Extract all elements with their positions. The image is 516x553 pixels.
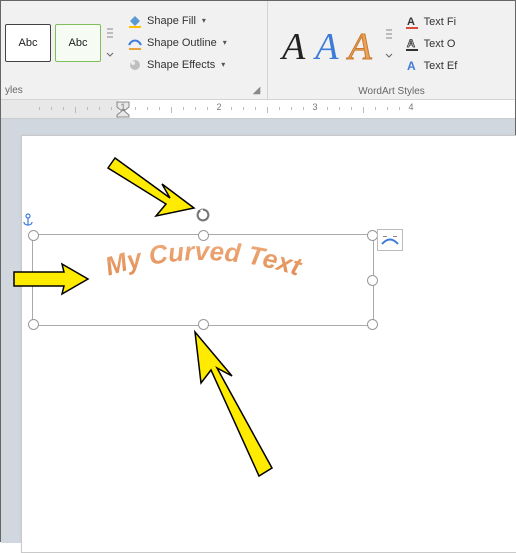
gallery-expand-icon[interactable] [105,25,115,61]
text-outline-button[interactable]: A Text O [400,34,462,54]
group-label: WordArt Styles [272,86,511,97]
selection-handle[interactable] [367,319,378,330]
fill-icon [127,13,143,29]
shape-fill-button[interactable]: Shape Fill ▾ [123,11,231,31]
text-effects-button[interactable]: A Text Ef [400,56,462,76]
horizontal-ruler[interactable]: 1 2 3 4 [1,100,515,119]
svg-text:My Curved Text: My Curved Text [101,236,306,282]
effects-icon [127,57,143,73]
selection-handle[interactable] [367,275,378,286]
ribbon: Abc Abc Shape Fill ▾ Shape Outline ▾ Sha… [1,1,515,100]
wordart-preset[interactable]: A [282,28,305,66]
wordart-gallery[interactable]: A A A [272,22,382,66]
text-effects-icon: A [404,58,420,74]
wordart-preset[interactable]: A [348,28,371,66]
shape-styles-group: Abc Abc Shape Fill ▾ Shape Outline ▾ Sha… [1,1,268,99]
shape-style-preset[interactable]: Abc [5,24,51,62]
preset-label: Abc [69,37,88,49]
dialog-launcher-icon[interactable]: ◢ [250,84,263,97]
arrow-annotation [177,328,297,478]
wordart-preset[interactable]: A [315,28,338,66]
arrow-annotation [12,262,92,296]
shape-effects-button[interactable]: Shape Effects ▾ [123,55,231,75]
selection-handle[interactable] [28,319,39,330]
arrow-annotation [90,150,210,240]
group-label: yles [5,85,23,96]
chevron-down-icon: ▾ [221,60,225,69]
svg-text:A: A [407,38,415,50]
chevron-down-icon: ▾ [202,16,206,25]
text-fill-icon: A [404,14,420,30]
document-page[interactable]: My Curved Text [21,135,516,553]
ruler-mark: 1 [120,102,125,112]
anchor-icon [21,213,35,227]
shape-outline-button[interactable]: Shape Outline ▾ [123,33,231,53]
ruler-mark: 2 [216,102,221,112]
page-area: My Curved Text [1,119,515,543]
svg-text:A: A [407,16,415,28]
text-outline-icon: A [404,36,420,52]
selection-handle[interactable] [28,230,39,241]
gallery-expand-icon[interactable] [384,26,394,62]
layout-options-button[interactable] [377,229,403,251]
preset-label: Abc [19,37,38,49]
wordart-styles-group: A A A A Text Fi A Text O A Text Ef [268,1,515,99]
text-fill-button[interactable]: A Text Fi [400,12,462,32]
chevron-down-icon: ▾ [223,38,227,47]
shape-style-preset[interactable]: Abc [55,24,101,62]
outline-icon [127,35,143,51]
layout-options-icon [381,233,399,247]
ruler-mark: 4 [408,102,413,112]
svg-text:A: A [407,59,416,73]
ruler-mark: 3 [312,102,317,112]
